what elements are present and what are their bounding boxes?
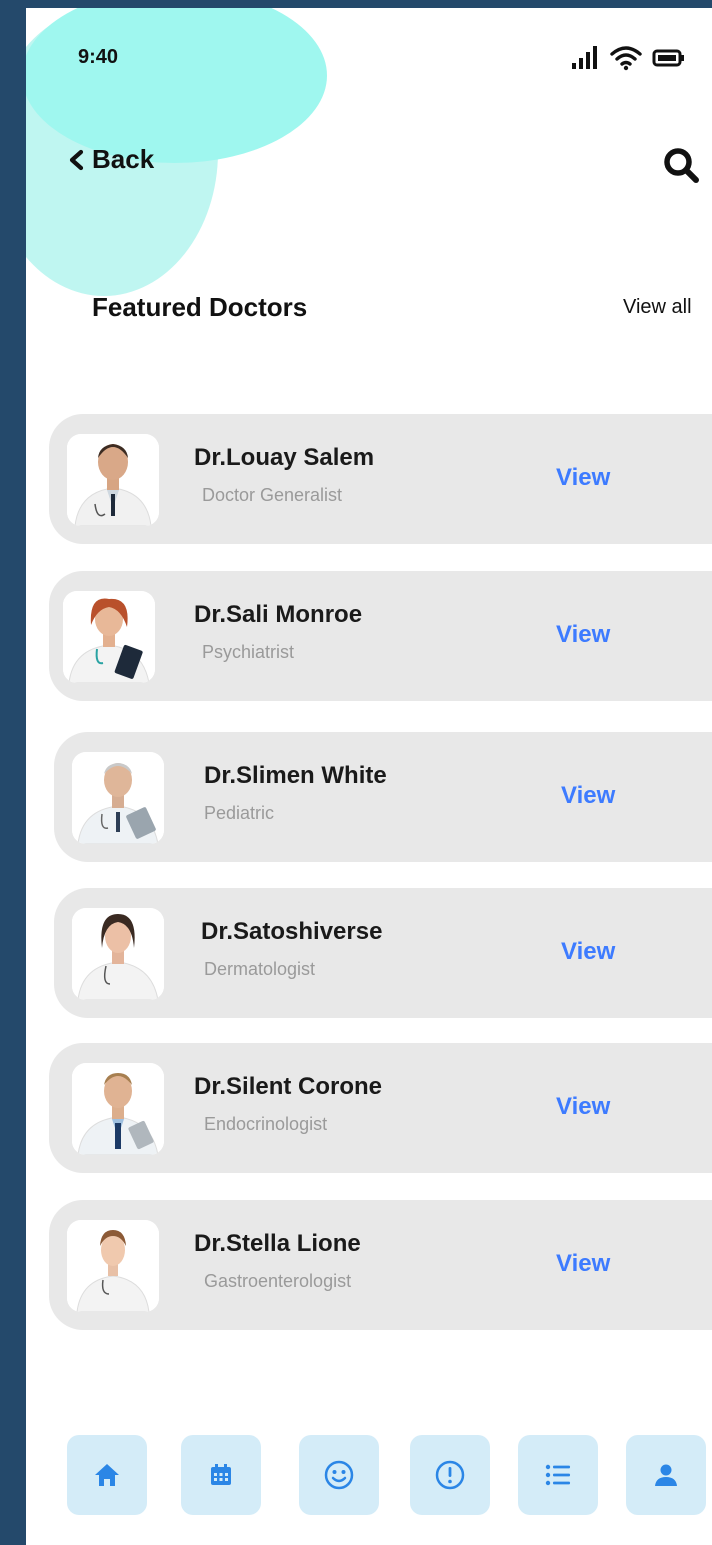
doctor-name: Dr.Satoshiverse bbox=[201, 918, 383, 945]
status-icons bbox=[570, 44, 710, 72]
nav-list[interactable] bbox=[518, 1435, 598, 1515]
doctor-name: Dr.Slimen White bbox=[204, 762, 387, 789]
user-icon bbox=[655, 1464, 677, 1486]
section-title: Featured Doctors bbox=[92, 292, 308, 322]
doctor-card[interactable]: Dr.Silent Corone Endocrinologist View bbox=[49, 1043, 712, 1173]
view-doctor-button[interactable]: View bbox=[556, 621, 610, 649]
status-time: 9:40 bbox=[78, 46, 119, 68]
view-all-link[interactable]: View all bbox=[623, 296, 692, 319]
wifi-icon bbox=[610, 46, 642, 71]
doctor-card[interactable]: Dr.Slimen White Pediatric View bbox=[54, 732, 712, 862]
search-icon bbox=[664, 148, 699, 183]
doctor-photo bbox=[67, 434, 159, 526]
battery-icon bbox=[652, 49, 684, 67]
nav-profile[interactable] bbox=[626, 1435, 706, 1515]
view-doctor-button[interactable]: View bbox=[556, 1250, 610, 1278]
home-icon bbox=[95, 1464, 119, 1486]
doctor-specialty: Endocrinologist bbox=[204, 1114, 328, 1134]
app-screen: 9:40 Back Featured Doctors View all Dr.L… bbox=[26, 8, 712, 1545]
view-doctor-button[interactable]: View bbox=[561, 782, 615, 810]
doctor-name: Dr.Louay Salem bbox=[194, 444, 375, 471]
back-label: Back bbox=[92, 144, 155, 174]
doctor-photo bbox=[63, 591, 155, 683]
decorative-blob bbox=[26, 8, 327, 163]
calendar-icon bbox=[211, 1464, 231, 1485]
doctor-specialty: Pediatric bbox=[204, 803, 275, 823]
doctor-photo bbox=[72, 1063, 164, 1155]
doctor-specialty: Gastroenterologist bbox=[204, 1271, 352, 1291]
doctor-card[interactable]: Dr.Sali Monroe Psychiatrist View bbox=[49, 571, 712, 701]
list-icon bbox=[545, 1464, 570, 1486]
nav-calendar[interactable] bbox=[181, 1435, 261, 1515]
smiley-icon bbox=[324, 1460, 354, 1490]
doctor-card[interactable]: Dr.Satoshiverse Dermatologist View bbox=[54, 888, 712, 1018]
doctor-specialty: Dermatologist bbox=[204, 959, 316, 979]
doctor-photo bbox=[72, 908, 164, 1000]
signal-icon bbox=[572, 46, 597, 69]
doctor-name: Dr.Stella Lione bbox=[194, 1230, 361, 1257]
doctor-photo bbox=[67, 1220, 159, 1312]
doctor-specialty: Psychiatrist bbox=[202, 642, 295, 662]
doctor-card[interactable]: Dr.Louay Salem Doctor Generalist View bbox=[49, 414, 712, 544]
view-doctor-button[interactable]: View bbox=[561, 938, 615, 966]
bottom-nav bbox=[26, 1435, 712, 1517]
back-button[interactable]: Back bbox=[68, 144, 154, 175]
doctor-name: Dr.Silent Corone bbox=[194, 1073, 383, 1100]
doctor-specialty: Doctor Generalist bbox=[202, 485, 343, 505]
nav-home[interactable] bbox=[67, 1435, 147, 1515]
search-button[interactable] bbox=[662, 146, 702, 186]
doctor-card[interactable]: Dr.Stella Lione Gastroenterologist View bbox=[49, 1200, 712, 1330]
alert-icon bbox=[435, 1460, 465, 1490]
view-doctor-button[interactable]: View bbox=[556, 1093, 610, 1121]
nav-mood[interactable] bbox=[299, 1435, 379, 1515]
chevron-left-icon bbox=[69, 149, 84, 170]
doctor-photo bbox=[72, 752, 164, 844]
doctor-name: Dr.Sali Monroe bbox=[194, 601, 363, 628]
nav-alerts[interactable] bbox=[410, 1435, 490, 1515]
view-doctor-button[interactable]: View bbox=[556, 464, 610, 492]
